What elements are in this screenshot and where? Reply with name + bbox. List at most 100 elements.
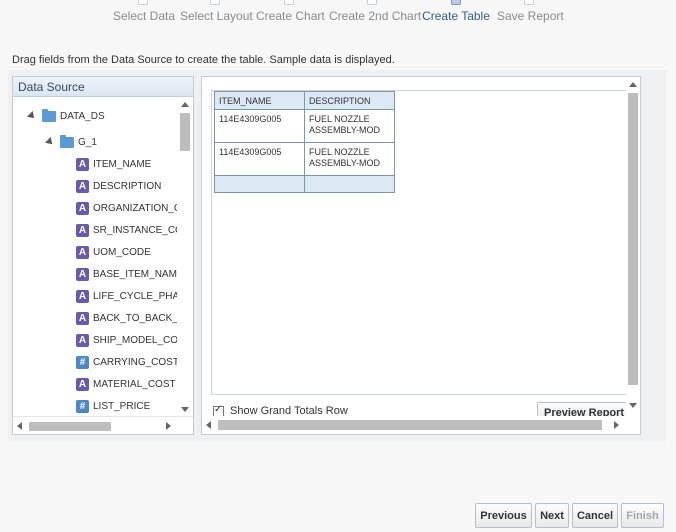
text-type-icon: A (76, 157, 89, 171)
field-item[interactable]: A SHIP_MODEL_CO (76, 331, 178, 349)
data-source-horizontal-scrollbar[interactable] (13, 416, 193, 434)
folder-icon (42, 108, 56, 122)
text-type-icon: A (76, 333, 89, 347)
field-item[interactable]: A SR_INSTANCE_CC (76, 221, 179, 239)
cancel-button[interactable]: Cancel (572, 503, 618, 528)
table-layout: ITEM_NAME DESCRIPTION 114E4309G005 FUEL … (214, 91, 395, 193)
step-indicator-icon (284, 0, 294, 5)
table-canvas-panel: ITEM_NAME DESCRIPTION 114E4309G005 FUEL … (201, 76, 641, 435)
scroll-up-arrow-icon[interactable] (629, 82, 637, 87)
text-type-icon: A (76, 223, 89, 237)
field-label: SR_INSTANCE_CC (93, 224, 179, 236)
wizard-step-save-report[interactable]: Save Report (497, 0, 564, 30)
field-label: CARRYING_COST (93, 356, 179, 368)
wizard-step-label: Create 2nd Chart (329, 9, 422, 23)
folder-icon (60, 134, 74, 148)
field-label: LIFE_CYCLE_PHA (93, 290, 179, 302)
field-label: SHIP_MODEL_CO (93, 334, 179, 346)
scroll-thumb[interactable] (218, 420, 602, 430)
scroll-thumb[interactable] (628, 93, 638, 385)
field-label: BACK_TO_BACK_ (93, 312, 178, 324)
scroll-thumb[interactable] (180, 113, 190, 151)
table-cell (214, 175, 305, 193)
wizard-step-create-2nd-chart[interactable]: Create 2nd Chart (329, 0, 422, 30)
table-cell: FUEL NOZZLE ASSEMBLY-MOD (304, 109, 395, 143)
field-item[interactable]: A BASE_ITEM_NAMI (76, 265, 179, 283)
table-row: 114E4309G005 FUEL NOZZLE ASSEMBLY-MOD (214, 109, 395, 143)
scroll-up-arrow-icon[interactable] (181, 102, 189, 107)
tree-node-label: DATA_DS (60, 110, 105, 122)
canvas-horizontal-scrollbar[interactable] (202, 416, 640, 434)
text-type-icon: A (76, 377, 89, 391)
step-indicator-icon (138, 0, 148, 5)
scroll-left-arrow-icon[interactable] (17, 422, 22, 430)
table-header-row: ITEM_NAME DESCRIPTION (214, 91, 395, 110)
wizard-step-select-data[interactable]: Select Data (113, 0, 176, 30)
wizard-step-create-chart[interactable]: Create Chart (256, 0, 325, 30)
data-source-title: Data Source (13, 77, 193, 97)
text-type-icon: A (76, 289, 89, 303)
field-item[interactable]: A MATERIAL_COST (76, 375, 176, 393)
scroll-down-arrow-icon[interactable] (181, 407, 189, 412)
wizard-step-create-table[interactable]: Create Table (422, 0, 490, 30)
field-item[interactable]: A ITEM_NAME (76, 155, 151, 173)
expand-triangle-icon[interactable] (27, 111, 37, 121)
next-button[interactable]: Next (535, 503, 569, 528)
wizard-step-label: Select Layout (180, 9, 253, 23)
text-type-icon: A (76, 311, 89, 325)
expand-triangle-icon[interactable] (45, 137, 55, 147)
step-indicator-icon (451, 0, 461, 5)
field-label: BASE_ITEM_NAMI (93, 268, 179, 280)
field-label: LIST_PRICE (93, 400, 151, 412)
field-item[interactable]: A LIFE_CYCLE_PHA (76, 287, 179, 305)
table-cell: 114E4309G005 (214, 109, 305, 143)
field-label: MATERIAL_COST (93, 378, 176, 390)
field-item[interactable]: # LIST_PRICE (76, 397, 150, 415)
step-indicator-icon (524, 0, 534, 5)
step-indicator-icon (210, 0, 220, 5)
wizard-step-select-layout[interactable]: Select Layout (180, 0, 253, 30)
text-type-icon: A (76, 201, 89, 215)
wizard-train: Select Data Select Layout Create Chart C… (0, 0, 676, 30)
number-type-icon: # (76, 355, 89, 369)
wizard-step-label: Create Table (422, 9, 490, 23)
field-item[interactable]: A UOM_CODE (76, 243, 151, 261)
field-item[interactable]: A DESCRIPTION (76, 177, 161, 195)
text-type-icon: A (76, 245, 89, 259)
tree-node-label: G_1 (78, 136, 97, 148)
column-header-item-name[interactable]: ITEM_NAME (214, 91, 305, 110)
tree-node-g1[interactable]: G_1 (45, 133, 97, 151)
field-label: DESCRIPTION (93, 180, 162, 192)
field-label: ORGANIZATION_C (93, 202, 179, 214)
table-cell: FUEL NOZZLE ASSEMBLY-MOD (304, 142, 395, 176)
wizard-step-label: Create Chart (256, 9, 325, 23)
table-totals-row (214, 175, 395, 193)
finish-button[interactable]: Finish (621, 503, 664, 528)
wizard-step-label: Save Report (497, 9, 564, 23)
scroll-right-arrow-icon[interactable] (166, 422, 171, 430)
table-row: 114E4309G005 FUEL NOZZLE ASSEMBLY-MOD (214, 142, 395, 176)
data-source-tree: DATA_DS G_1 A ITEM_NAME A DESCRIPTION A ORGAN… (13, 97, 179, 417)
column-header-description[interactable]: DESCRIPTION (304, 91, 395, 110)
field-item[interactable]: A BACK_TO_BACK_ (76, 309, 178, 327)
instructions-text: Drag fields from the Data Source to crea… (12, 54, 395, 66)
wizard-step-label: Select Data (113, 9, 176, 23)
step-indicator-icon (367, 0, 377, 5)
grand-totals-checkbox[interactable] (213, 404, 224, 417)
text-type-icon: A (76, 179, 89, 193)
canvas-vertical-scrollbar[interactable] (626, 77, 640, 416)
tree-node-data-ds[interactable]: DATA_DS (27, 107, 105, 125)
field-item[interactable]: # CARRYING_COST (76, 353, 179, 371)
previous-button[interactable]: Previous (475, 503, 532, 528)
table-drop-area[interactable]: ITEM_NAME DESCRIPTION 114E4309G005 FUEL … (211, 90, 627, 395)
field-item[interactable]: A ORGANIZATION_C (76, 199, 179, 217)
table-cell: 114E4309G005 (214, 142, 305, 176)
scroll-right-arrow-icon[interactable] (614, 421, 619, 429)
scroll-thumb[interactable] (29, 422, 111, 431)
data-source-vertical-scrollbar[interactable] (177, 97, 193, 417)
scroll-down-arrow-icon[interactable] (629, 403, 637, 408)
number-type-icon: # (76, 399, 89, 413)
data-source-panel: Data Source DATA_DS G_1 A ITEM_NAME A DESCR… (12, 76, 194, 435)
table-cell (304, 175, 395, 193)
scroll-left-arrow-icon[interactable] (206, 421, 211, 429)
